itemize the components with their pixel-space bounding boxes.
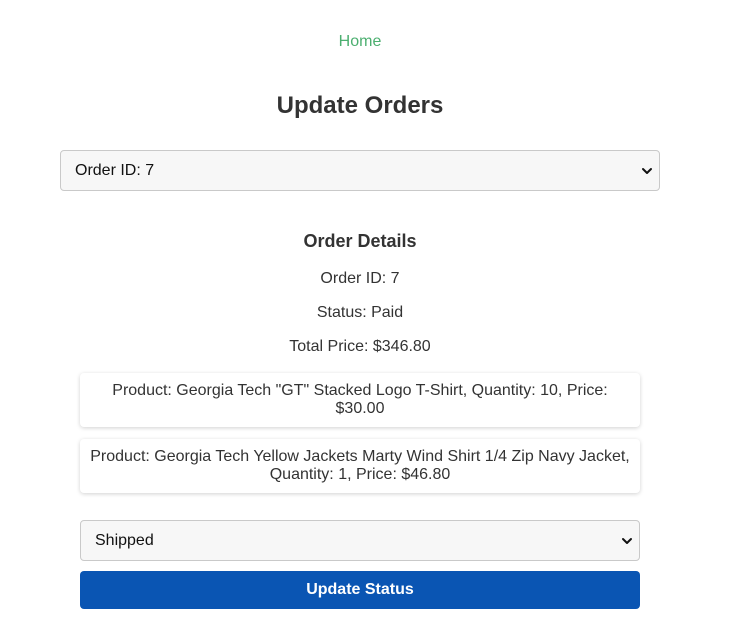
update-status-button[interactable]: Update Status [80, 571, 640, 609]
order-id-select[interactable]: Order ID: 7 [60, 150, 660, 191]
page-title: Update Orders [276, 92, 444, 119]
product-card: Product: Georgia Tech Yellow Jackets Mar… [80, 439, 640, 493]
order-id-text: Order ID: 7 [320, 270, 400, 287]
order-id-select-value: Order ID: 7 [75, 161, 155, 179]
chevron-down-icon [622, 537, 632, 544]
order-status-text: Status: Paid [316, 304, 404, 321]
home-link[interactable]: Home [0, 33, 720, 51]
product-card-text: Product: Georgia Tech Yellow Jackets Mar… [90, 448, 630, 483]
product-card-text: Product: Georgia Tech "GT" Stacked Logo … [112, 382, 608, 417]
status-select[interactable]: Shipped [80, 520, 640, 561]
status-select-value: Shipped [95, 531, 154, 549]
product-card: Product: Georgia Tech "GT" Stacked Logo … [80, 373, 640, 427]
order-total-text: Total Price: $346.80 [289, 338, 431, 355]
chevron-down-icon [642, 167, 652, 174]
order-details-heading: Order Details [303, 231, 417, 251]
